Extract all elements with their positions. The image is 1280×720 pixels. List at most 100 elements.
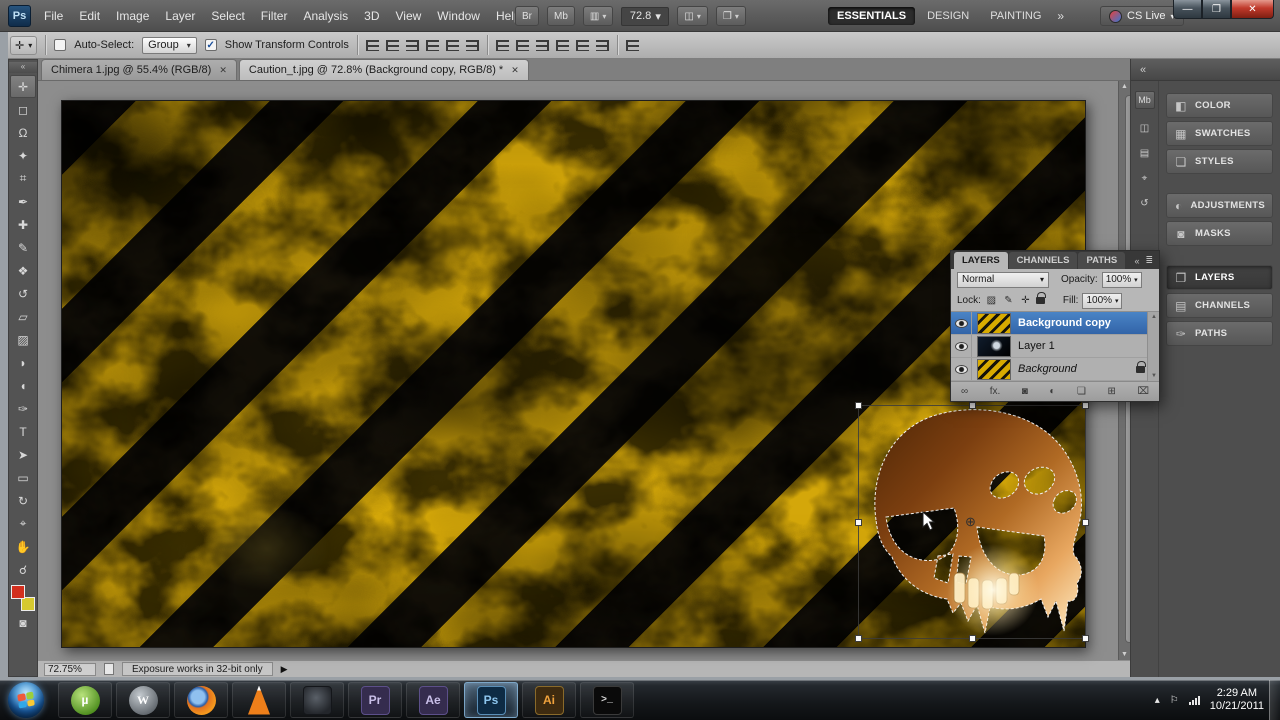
panel-button-adjustments[interactable]: ◐ ADJUSTMENTS bbox=[1166, 193, 1273, 218]
add-layer-mask-icon[interactable]: ◙ bbox=[1022, 386, 1028, 397]
align-vertical-centers-icon[interactable] bbox=[385, 39, 399, 51]
menu-select[interactable]: Select bbox=[203, 9, 252, 23]
transform-handle-s[interactable] bbox=[969, 635, 976, 642]
measure-panel-icon[interactable]: ⌖ bbox=[1142, 173, 1148, 184]
layer-name[interactable]: Layer 1 bbox=[1018, 340, 1055, 352]
show-transform-controls-checkbox[interactable]: ✓ bbox=[204, 39, 217, 51]
tab-paths[interactable]: PATHS bbox=[1078, 252, 1126, 269]
layer-thumbnail[interactable] bbox=[977, 358, 1011, 380]
lock-transparency-icon[interactable]: ▨ bbox=[985, 295, 998, 306]
layer-thumbnail[interactable] bbox=[977, 335, 1011, 357]
screen-mode-button[interactable]: ❐ ▾ bbox=[715, 6, 746, 26]
show-desktop-button[interactable] bbox=[1269, 680, 1280, 720]
transform-handle-ne[interactable] bbox=[1082, 402, 1089, 409]
status-menu-arrow-icon[interactable]: ▶ bbox=[281, 664, 288, 675]
delete-layer-icon[interactable]: ⌧ bbox=[1137, 386, 1149, 397]
panel-button-layers[interactable]: ❐ LAYERS bbox=[1166, 265, 1273, 290]
new-group-icon[interactable]: ❏ bbox=[1077, 386, 1086, 397]
layer-row-background-copy[interactable]: Background copy bbox=[951, 312, 1159, 335]
transform-handle-e[interactable] bbox=[1082, 519, 1089, 526]
taskbar-app-illustrator[interactable]: Ai bbox=[522, 682, 576, 718]
tool-clone-stamp[interactable]: ❖ bbox=[10, 259, 36, 282]
arrange-panel-icon[interactable]: ◫ bbox=[1140, 123, 1149, 134]
workspace-design[interactable]: DESIGN bbox=[918, 7, 978, 25]
status-zoom-field[interactable]: 72.75% bbox=[44, 662, 96, 676]
panel-button-paths[interactable]: ✑ PATHS bbox=[1166, 321, 1273, 346]
menu-analysis[interactable]: Analysis bbox=[295, 9, 356, 23]
taskbar-app-command-prompt[interactable]: >_ bbox=[580, 682, 634, 718]
visibility-toggle[interactable] bbox=[951, 335, 972, 357]
tool-preset-picker[interactable]: ✛ ▾ bbox=[10, 35, 38, 55]
network-signal-icon[interactable] bbox=[1188, 695, 1200, 705]
taskbar-app-premiere[interactable]: Pr bbox=[348, 682, 402, 718]
auto-select-dropdown[interactable]: Group ▾ bbox=[142, 36, 197, 54]
taskbar-app-movie[interactable] bbox=[290, 682, 344, 718]
distribute-left-edges-icon[interactable] bbox=[555, 39, 569, 51]
mini-bridge-button[interactable]: Mb bbox=[547, 6, 575, 26]
tool-path-selection[interactable]: ➤ bbox=[10, 443, 36, 466]
tools-panel-collapse[interactable]: « bbox=[9, 62, 37, 73]
distribute-right-edges-icon[interactable] bbox=[595, 39, 609, 51]
collapse-panel-icon[interactable]: « bbox=[1134, 256, 1139, 266]
tab-layers[interactable]: LAYERS bbox=[954, 252, 1008, 269]
menu-3d[interactable]: 3D bbox=[356, 9, 387, 23]
histogram-panel-icon[interactable]: ▤ bbox=[1140, 148, 1149, 159]
tool-eyedropper[interactable]: ✒ bbox=[10, 190, 36, 213]
tool-type[interactable]: T bbox=[10, 420, 36, 443]
auto-select-checkbox[interactable] bbox=[54, 39, 67, 51]
opacity-field[interactable]: 100% ▾ bbox=[1101, 271, 1142, 288]
arrange-documents-button[interactable]: ◫ ▾ bbox=[677, 6, 708, 26]
action-center-flag-icon[interactable]: ⚐ bbox=[1170, 695, 1179, 706]
menu-image[interactable]: Image bbox=[108, 9, 157, 23]
scroll-down-icon[interactable]: ▼ bbox=[1151, 373, 1157, 379]
taskbar-app-firefox[interactable] bbox=[174, 682, 228, 718]
transform-handle-sw[interactable] bbox=[855, 635, 862, 642]
distribute-top-edges-icon[interactable] bbox=[495, 39, 509, 51]
menu-layer[interactable]: Layer bbox=[157, 9, 203, 23]
blend-mode-dropdown[interactable]: Normal ▾ bbox=[957, 271, 1049, 288]
foreground-color-swatch[interactable] bbox=[11, 585, 25, 599]
layer-style-icon[interactable]: fx. bbox=[990, 386, 1001, 397]
panel-button-styles[interactable]: ❏ STYLES bbox=[1166, 149, 1273, 174]
taskbar-clock[interactable]: 2:29 AM 10/21/2011 bbox=[1210, 687, 1264, 713]
auto-align-layers-icon[interactable] bbox=[625, 39, 639, 51]
photoshop-logo-icon[interactable]: Ps bbox=[8, 5, 31, 27]
tool-quick-selection[interactable]: ✦ bbox=[10, 144, 36, 167]
visibility-toggle[interactable] bbox=[951, 312, 972, 334]
layer-row-background[interactable]: Background bbox=[951, 358, 1159, 381]
document-canvas[interactable]: ⊕ bbox=[61, 100, 1089, 648]
tool-rectangle-shape[interactable]: ▭ bbox=[10, 466, 36, 489]
tool-lasso[interactable]: Ω bbox=[10, 121, 36, 144]
transform-handle-w[interactable] bbox=[855, 519, 862, 526]
distribute-vertical-centers-icon[interactable] bbox=[515, 39, 529, 51]
taskbar-app-photoshop[interactable]: Ps bbox=[464, 682, 518, 718]
tool-blur[interactable]: ◗ bbox=[10, 351, 36, 374]
tab-channels[interactable]: CHANNELS bbox=[1008, 252, 1078, 269]
tool-dodge[interactable]: ◖ bbox=[10, 374, 36, 397]
align-bottom-edges-icon[interactable] bbox=[405, 39, 419, 51]
scroll-down-icon[interactable]: ▼ bbox=[1121, 651, 1128, 658]
lock-all-icon[interactable] bbox=[1035, 292, 1046, 304]
tool-move[interactable]: ✛ bbox=[10, 75, 36, 98]
link-layers-icon[interactable]: ∞ bbox=[961, 386, 968, 397]
align-top-edges-icon[interactable] bbox=[365, 39, 379, 51]
transform-handle-n[interactable] bbox=[969, 402, 976, 409]
tool-eraser[interactable]: ▱ bbox=[10, 305, 36, 328]
workspace-essentials[interactable]: ESSENTIALS bbox=[828, 7, 916, 25]
tool-3d-camera-rotate[interactable]: ⌖ bbox=[10, 512, 36, 535]
show-hidden-icons[interactable]: ▴ bbox=[1155, 695, 1160, 706]
menu-view[interactable]: View bbox=[387, 9, 429, 23]
workspace-more-button[interactable]: » bbox=[1053, 6, 1068, 26]
align-horizontal-centers-icon[interactable] bbox=[445, 39, 459, 51]
collapse-dock-icon[interactable]: « bbox=[1140, 64, 1146, 76]
layer-row-layer-1[interactable]: Layer 1 bbox=[951, 335, 1159, 358]
tool-crop[interactable]: ⌗ bbox=[10, 167, 36, 190]
transform-bounding-box[interactable]: ⊕ bbox=[855, 402, 1089, 642]
tool-brush[interactable]: ✎ bbox=[10, 236, 36, 259]
transform-handle-se[interactable] bbox=[1082, 635, 1089, 642]
taskbar-app-after-effects[interactable]: Ae bbox=[406, 682, 460, 718]
close-tab-icon[interactable]: ✕ bbox=[511, 65, 519, 76]
zoom-level-field[interactable]: 72.8 ▾ bbox=[621, 6, 670, 26]
new-layer-icon[interactable]: ⊞ bbox=[1108, 386, 1116, 397]
document-tab-caution[interactable]: Caution_t.jpg @ 72.8% (Background copy, … bbox=[238, 59, 529, 80]
